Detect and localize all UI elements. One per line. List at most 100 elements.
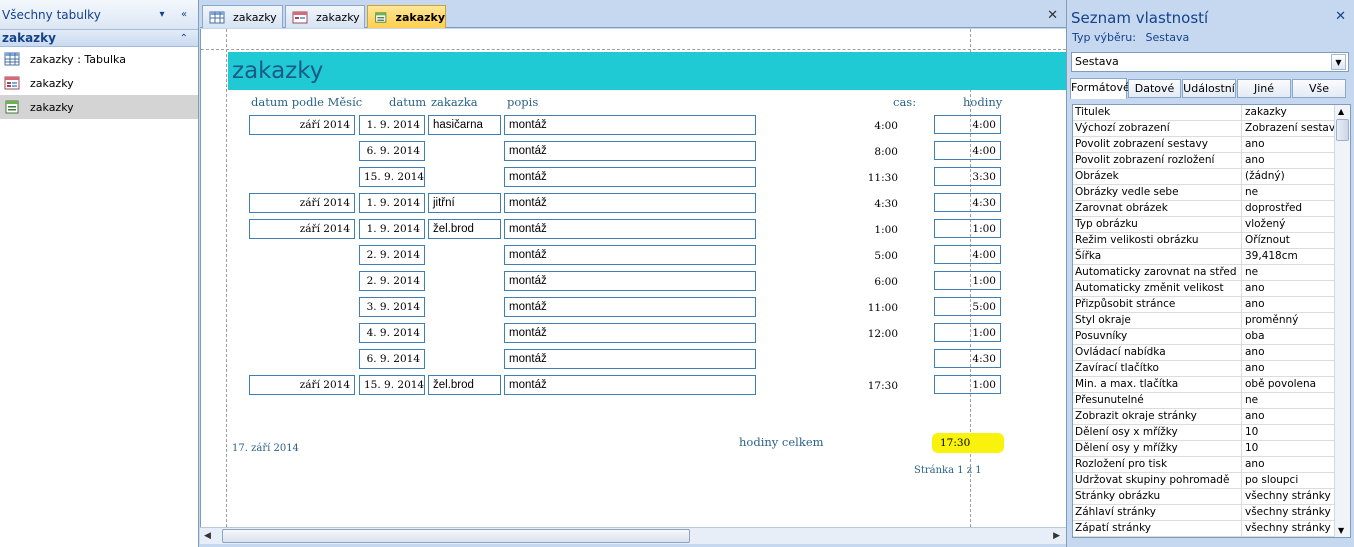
property-value[interactable]: všechny stránky bbox=[1241, 489, 1335, 504]
total-hours-value[interactable]: 17:30 bbox=[932, 433, 1004, 453]
order-field[interactable]: žel.brod bbox=[428, 375, 501, 395]
scroll-down-icon[interactable]: ▼ bbox=[1338, 526, 1344, 535]
scroll-right-icon[interactable]: ▶ bbox=[1053, 531, 1060, 541]
property-value[interactable]: oba bbox=[1241, 329, 1335, 344]
property-row[interactable]: Automaticky zarovnat na střed ne bbox=[1073, 265, 1335, 281]
property-row[interactable]: Obrázky vedle sebe ne bbox=[1073, 185, 1335, 201]
property-value[interactable]: všechny stránky bbox=[1241, 521, 1335, 536]
date-field[interactable]: 1. 9. 2014 bbox=[359, 219, 425, 239]
time-value[interactable]: 4:30 bbox=[838, 198, 898, 210]
nav-collapse-icon[interactable]: « bbox=[176, 7, 192, 23]
property-row[interactable]: Dělení osy x mřížky 10 bbox=[1073, 425, 1335, 441]
property-row[interactable]: Obrázek (žádný) bbox=[1073, 169, 1335, 185]
date-field[interactable]: 2. 9. 2014 bbox=[359, 271, 425, 291]
hours-field[interactable]: 4:30 bbox=[934, 349, 1001, 368]
property-row[interactable]: Záhlaví stránky všechny stránky bbox=[1073, 505, 1335, 521]
property-row[interactable]: Povolit zobrazení sestavy ano bbox=[1073, 137, 1335, 153]
date-field[interactable]: 15. 9. 2014 bbox=[359, 167, 425, 187]
column-header-cas[interactable]: cas: bbox=[893, 95, 916, 109]
scrollbar-thumb[interactable] bbox=[222, 529, 690, 543]
property-value[interactable]: všechny stránky bbox=[1241, 505, 1335, 520]
time-value[interactable]: 5:00 bbox=[838, 250, 898, 262]
description-field[interactable]: montáž bbox=[504, 271, 756, 291]
property-value[interactable]: obě povolena bbox=[1241, 377, 1335, 392]
property-value[interactable]: 10 bbox=[1241, 425, 1335, 440]
tab-data[interactable]: Datové bbox=[1128, 79, 1181, 98]
property-value[interactable]: ano bbox=[1241, 457, 1335, 472]
time-value[interactable]: 6:00 bbox=[838, 276, 898, 288]
description-field[interactable]: montáž bbox=[504, 219, 756, 239]
property-row[interactable]: Posuvníky oba bbox=[1073, 329, 1335, 345]
time-value[interactable]: 11:30 bbox=[838, 172, 898, 184]
date-field[interactable]: 6. 9. 2014 bbox=[359, 349, 425, 369]
order-field[interactable]: jitřní bbox=[428, 193, 501, 213]
hours-field[interactable]: 4:00 bbox=[934, 115, 1001, 134]
description-field[interactable]: montáž bbox=[504, 349, 756, 369]
column-header-datum[interactable]: datum bbox=[389, 95, 426, 109]
time-value[interactable]: 11:00 bbox=[838, 302, 898, 314]
property-row[interactable]: Režim velikosti obrázku Oříznout bbox=[1073, 233, 1335, 249]
hours-field[interactable]: 4:30 bbox=[934, 193, 1001, 212]
hours-field[interactable]: 3:30 bbox=[934, 167, 1001, 186]
property-row[interactable]: Výchozí zobrazení Zobrazení sestavy bbox=[1073, 121, 1335, 137]
date-field[interactable]: 1. 9. 2014 bbox=[359, 193, 425, 213]
tab-format[interactable]: Formátové bbox=[1070, 78, 1130, 99]
date-field[interactable]: 15. 9. 2014 bbox=[359, 375, 425, 395]
nav-item-report[interactable]: zakazky bbox=[0, 95, 198, 119]
close-icon[interactable]: ✕ bbox=[1047, 8, 1058, 23]
date-field[interactable]: 6. 9. 2014 bbox=[359, 141, 425, 161]
date-field[interactable]: 2. 9. 2014 bbox=[359, 245, 425, 265]
nav-title[interactable]: Všechny tabulky bbox=[2, 8, 154, 22]
nav-header[interactable]: Všechny tabulky ▾ « bbox=[0, 0, 198, 30]
description-field[interactable]: montáž bbox=[504, 193, 756, 213]
property-value[interactable]: Zobrazení sestavy bbox=[1241, 121, 1335, 136]
column-header-zakazka[interactable]: zakazka bbox=[431, 95, 478, 109]
time-value[interactable]: 12:00 bbox=[838, 328, 898, 340]
property-row[interactable]: Dělení osy y mřížky 10 bbox=[1073, 441, 1335, 457]
property-row[interactable]: Zarovnat obrázek doprostřed bbox=[1073, 201, 1335, 217]
hours-field[interactable]: 1:00 bbox=[934, 271, 1001, 290]
report-date[interactable]: 17. září 2014 bbox=[232, 443, 299, 454]
property-value[interactable]: ne bbox=[1241, 265, 1335, 280]
tab-table[interactable]: zakazky bbox=[202, 5, 283, 28]
property-row[interactable]: Zavírací tlačítko ano bbox=[1073, 361, 1335, 377]
nav-item-form[interactable]: zakazky bbox=[0, 71, 198, 95]
property-value[interactable]: vložený bbox=[1241, 217, 1335, 232]
description-field[interactable]: montáž bbox=[504, 167, 756, 187]
date-field[interactable]: 3. 9. 2014 bbox=[359, 297, 425, 317]
scroll-left-icon[interactable]: ◀ bbox=[204, 531, 211, 541]
property-value[interactable]: ano bbox=[1241, 153, 1335, 168]
property-row[interactable]: Ovládací nabídka ano bbox=[1073, 345, 1335, 361]
month-field[interactable]: září 2014 bbox=[249, 193, 355, 213]
property-row[interactable]: Přizpůsobit stránce ano bbox=[1073, 297, 1335, 313]
property-row[interactable]: Přesunutelné ne bbox=[1073, 393, 1335, 409]
month-field[interactable]: září 2014 bbox=[249, 375, 355, 395]
property-value[interactable]: ano bbox=[1241, 281, 1335, 296]
tab-report[interactable]: zakazky bbox=[367, 5, 446, 28]
property-row[interactable]: Titulek zakazky bbox=[1073, 105, 1335, 121]
property-value[interactable]: ano bbox=[1241, 361, 1335, 376]
property-value[interactable]: 39,418cm bbox=[1241, 249, 1335, 264]
property-row[interactable]: Styl okraje proměnný bbox=[1073, 313, 1335, 329]
order-field[interactable]: žel.brod bbox=[428, 219, 501, 239]
tab-other[interactable]: Jiné bbox=[1237, 79, 1291, 98]
property-value[interactable]: ne bbox=[1241, 393, 1335, 408]
description-field[interactable]: montáž bbox=[504, 297, 756, 317]
property-value[interactable]: ne bbox=[1241, 185, 1335, 200]
property-row[interactable]: Povolit zobrazení rozložení ano bbox=[1073, 153, 1335, 169]
close-icon[interactable]: ✕ bbox=[1335, 9, 1346, 24]
property-row[interactable]: Min. a max. tlačítka obě povolena bbox=[1073, 377, 1335, 393]
object-selector[interactable]: Sestava ▼ bbox=[1071, 52, 1349, 72]
column-header-popis[interactable]: popis bbox=[507, 95, 538, 109]
tab-form[interactable]: zakazky bbox=[285, 5, 365, 28]
property-value[interactable]: po sloupci bbox=[1241, 473, 1335, 488]
hours-field[interactable]: 1:00 bbox=[934, 323, 1001, 342]
description-field[interactable]: montáž bbox=[504, 115, 756, 135]
hours-field[interactable]: 5:00 bbox=[934, 297, 1001, 316]
nav-dropdown-icon[interactable]: ▾ bbox=[154, 7, 170, 23]
hours-field[interactable]: 4:00 bbox=[934, 141, 1001, 160]
time-value[interactable]: 8:00 bbox=[838, 146, 898, 158]
property-value[interactable]: ano bbox=[1241, 137, 1335, 152]
property-value[interactable]: ano bbox=[1241, 409, 1335, 424]
property-value[interactable]: (žádný) bbox=[1241, 169, 1335, 184]
